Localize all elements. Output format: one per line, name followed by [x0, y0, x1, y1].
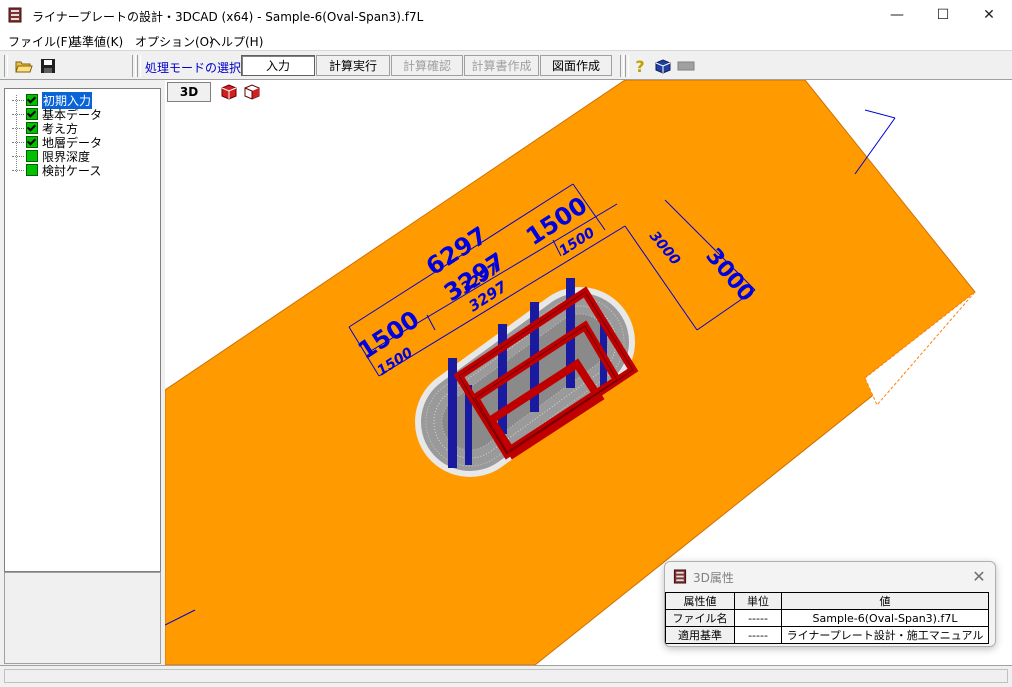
- status-bar: [0, 665, 1012, 687]
- menu-options[interactable]: オプション(O): [135, 33, 214, 50]
- disabled-tool-icon: [676, 56, 696, 76]
- app-icon: [8, 7, 22, 23]
- attribute-table: 属性値 単位 値 ファイル名 ----- Sample-6(Oval-Span3…: [665, 592, 989, 644]
- mode-report-button[interactable]: 計算書作成: [464, 55, 539, 76]
- toolbar-separator: [4, 55, 8, 77]
- attr-unit-cell: -----: [734, 609, 782, 627]
- attr-name-cell: ファイル名: [665, 609, 735, 627]
- attr-value-cell[interactable]: ライナープレート設計・施工マニュアル: [781, 626, 989, 644]
- menu-bar: ファイル(F) 基準値(K) オプション(O) ヘルプ(H): [0, 30, 1012, 50]
- checked-icon: [26, 108, 38, 120]
- menu-help[interactable]: ヘルプ(H): [209, 33, 263, 50]
- open-folder-icon[interactable]: [14, 56, 34, 76]
- dialog-close-icon[interactable]: ✕: [967, 565, 991, 587]
- tree-panel-lower-area: [4, 572, 161, 664]
- minimize-button[interactable]: —: [874, 0, 920, 30]
- toolbar-separator: [137, 55, 141, 77]
- maximize-button[interactable]: ☐: [920, 0, 966, 30]
- checked-icon: [26, 94, 38, 106]
- mode-calculate-button[interactable]: 計算実行: [316, 55, 390, 76]
- menu-standard-values[interactable]: 基準値(K): [70, 33, 123, 50]
- 3d-model-icon[interactable]: [653, 56, 673, 76]
- 3d-attribute-dialog: 3D属性 ✕ 属性値 単位 値 ファイル名 ----- Sample-6(Ova…: [664, 561, 996, 647]
- toolbar: 処理モードの選択 入力 計算実行 計算確認 計算書作成 図面作成 ?: [0, 50, 1012, 80]
- unchecked-icon: [26, 150, 38, 162]
- mode-select-label: 処理モードの選択: [145, 61, 242, 75]
- unchecked-icon: [26, 164, 38, 176]
- menu-file[interactable]: ファイル(F): [8, 33, 72, 50]
- cube-view-outline-icon[interactable]: [243, 83, 261, 101]
- help-icon[interactable]: ?: [630, 56, 650, 76]
- close-button[interactable]: ✕: [966, 0, 1012, 30]
- attr-unit-cell: -----: [734, 626, 782, 644]
- mode-check-button[interactable]: 計算確認: [391, 55, 463, 76]
- table-header-row: 属性値 単位 値: [665, 592, 989, 610]
- header-value: 値: [781, 592, 989, 610]
- toolbar-separator: [132, 55, 136, 77]
- title-bar: ライナープレートの設計・3DCAD (x64) - Sample-6(Oval-…: [0, 0, 1012, 30]
- dialog-title: 3D属性: [693, 571, 734, 585]
- toolbar-separator: [625, 55, 629, 77]
- cube-view-red-icon[interactable]: [220, 83, 238, 101]
- app-icon: [673, 569, 687, 584]
- window-title: ライナープレートの設計・3DCAD (x64) - Sample-6(Oval-…: [32, 10, 424, 24]
- mode-input-button[interactable]: 入力: [241, 55, 315, 76]
- attr-name-cell: 適用基準: [665, 626, 735, 644]
- mode-drawing-button[interactable]: 図面作成: [540, 55, 612, 76]
- header-attribute: 属性値: [665, 592, 735, 610]
- table-row: ファイル名 ----- Sample-6(Oval-Span3).f7L: [665, 609, 989, 627]
- checked-icon: [26, 136, 38, 148]
- header-unit: 単位: [734, 592, 782, 610]
- toolbar-separator: [620, 55, 624, 77]
- status-cell: [4, 669, 1008, 683]
- checked-icon: [26, 122, 38, 134]
- table-row: 適用基準 ----- ライナープレート設計・施工マニュアル: [665, 626, 989, 644]
- save-icon[interactable]: [38, 56, 58, 76]
- tree-item-label: 検討ケース: [42, 163, 102, 178]
- attr-value-cell[interactable]: Sample-6(Oval-Span3).f7L: [781, 609, 989, 627]
- tree-item-study-case[interactable]: 検討ケース: [12, 163, 102, 178]
- dialog-title-bar[interactable]: 3D属性 ✕: [665, 562, 995, 590]
- view-3d-button[interactable]: 3D: [167, 82, 211, 102]
